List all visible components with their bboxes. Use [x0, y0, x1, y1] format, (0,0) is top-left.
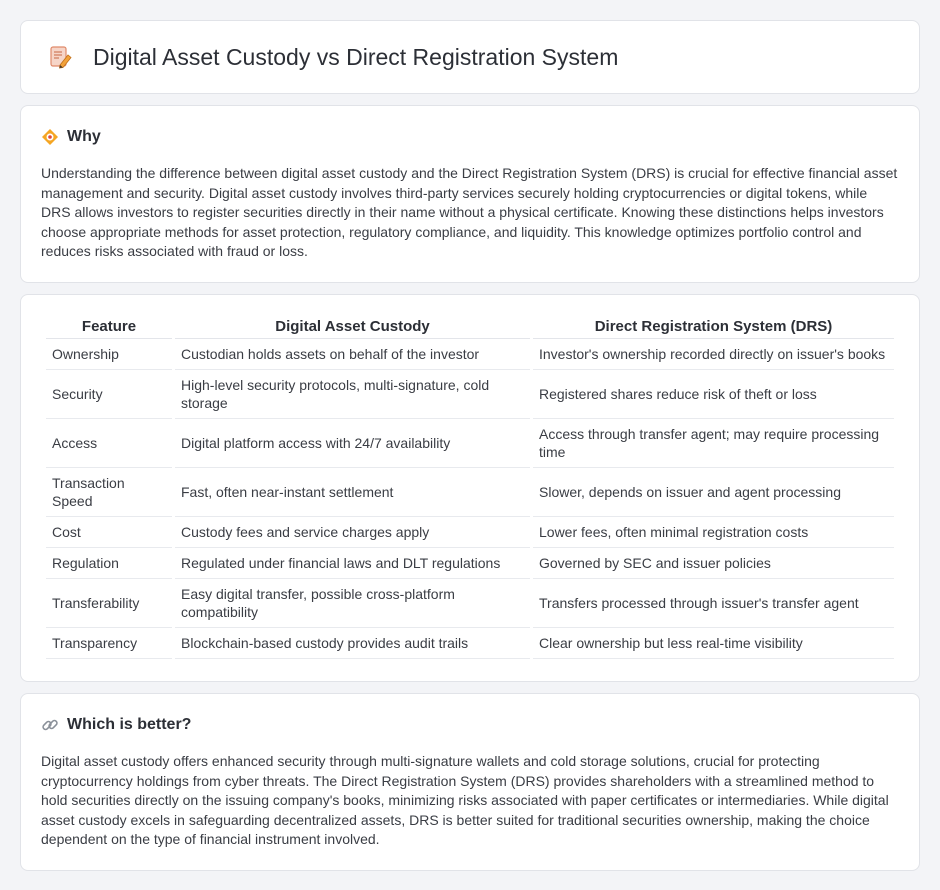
document-pencil-icon: [47, 44, 73, 70]
comparison-table-card: Feature Digital Asset Custody Direct Reg…: [20, 294, 920, 682]
table-cell: High-level security protocols, multi-sig…: [175, 370, 530, 419]
column-header-feature: Feature: [46, 317, 172, 339]
which-is-better-text: Digital asset custody offers enhanced se…: [41, 753, 889, 848]
table-header-row: Feature Digital Asset Custody Direct Reg…: [46, 317, 894, 339]
table-cell: Transaction Speed: [46, 468, 172, 517]
table-cell: Digital platform access with 24/7 availa…: [175, 419, 530, 468]
table-cell: Custodian holds assets on behalf of the …: [175, 339, 530, 370]
table-cell: Registered shares reduce risk of theft o…: [533, 370, 894, 419]
table-cell: Regulation: [46, 548, 172, 579]
table-cell: Fast, often near-instant settlement: [175, 468, 530, 517]
table-cell: Transferability: [46, 579, 172, 628]
table-cell: Easy digital transfer, possible cross-pl…: [175, 579, 530, 628]
table-cell: Clear ownership but less real-time visib…: [533, 628, 894, 659]
table-row: Ownership Custodian holds assets on beha…: [46, 339, 894, 370]
table-cell: Regulated under financial laws and DLT r…: [175, 548, 530, 579]
table-cell: Cost: [46, 517, 172, 548]
which-is-better-section: Which is better? Digital asset custody o…: [20, 693, 920, 871]
table-row: Access Digital platform access with 24/7…: [46, 419, 894, 468]
table-row: Security High-level security protocols, …: [46, 370, 894, 419]
why-text: Understanding the difference between dig…: [41, 165, 898, 260]
table-row: Cost Custody fees and service charges ap…: [46, 517, 894, 548]
table-row: Transparency Blockchain-based custody pr…: [46, 628, 894, 659]
table-cell: Ownership: [46, 339, 172, 370]
table-cell: Security: [46, 370, 172, 419]
table-cell: Slower, depends on issuer and agent proc…: [533, 468, 894, 517]
page-title: Digital Asset Custody vs Direct Registra…: [93, 43, 619, 70]
table-row: Regulation Regulated under financial law…: [46, 548, 894, 579]
why-section: Why Understanding the difference between…: [20, 105, 920, 283]
table-row: Transferability Easy digital transfer, p…: [46, 579, 894, 628]
table-cell: Access: [46, 419, 172, 468]
target-diamond-icon: [41, 128, 59, 146]
column-header-digital-asset-custody: Digital Asset Custody: [175, 317, 530, 339]
table-cell: Transfers processed through issuer's tra…: [533, 579, 894, 628]
which-is-better-title: Which is better?: [67, 716, 192, 733]
table-cell: Access through transfer agent; may requi…: [533, 419, 894, 468]
column-header-drs: Direct Registration System (DRS): [533, 317, 894, 339]
table-cell: Governed by SEC and issuer policies: [533, 548, 894, 579]
link-icon: [41, 716, 59, 734]
comparison-table: Feature Digital Asset Custody Direct Reg…: [43, 317, 897, 659]
table-cell: Transparency: [46, 628, 172, 659]
table-cell: Lower fees, often minimal registration c…: [533, 517, 894, 548]
table-cell: Blockchain-based custody provides audit …: [175, 628, 530, 659]
table-cell: Custody fees and service charges apply: [175, 517, 530, 548]
table-row: Transaction Speed Fast, often near-insta…: [46, 468, 894, 517]
title-card: Digital Asset Custody vs Direct Registra…: [20, 20, 920, 94]
table-cell: Investor's ownership recorded directly o…: [533, 339, 894, 370]
why-title: Why: [67, 128, 101, 145]
